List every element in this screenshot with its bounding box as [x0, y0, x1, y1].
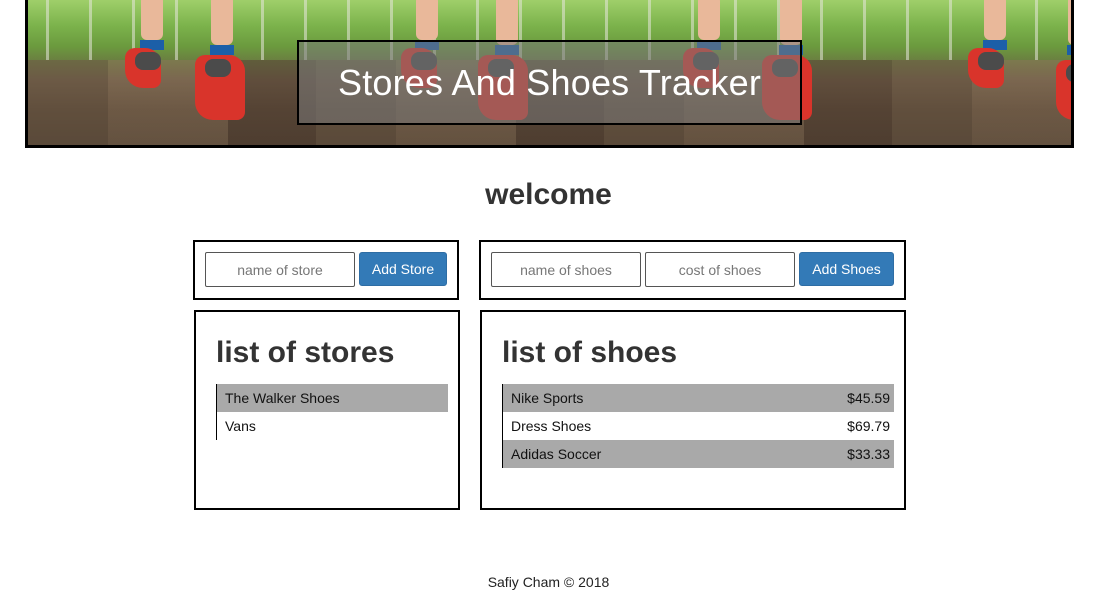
page-title: Stores And Shoes Tracker — [337, 61, 762, 103]
add-shoes-button[interactable]: Add Shoes — [799, 252, 894, 286]
list-item[interactable]: Dress Shoes $69.79 — [502, 412, 894, 440]
shoes-list: Nike Sports $45.59 Dress Shoes $69.79 Ad… — [502, 384, 894, 468]
shoe-cost: $45.59 — [847, 390, 890, 406]
footer-text: Safiy Cham © 2018 — [487, 574, 610, 590]
list-item[interactable]: Nike Sports $45.59 — [502, 384, 894, 412]
shoe-name: Dress Shoes — [511, 418, 592, 434]
shoes-heading: list of shoes — [502, 336, 678, 369]
title-box: Stores And Shoes Tracker — [297, 40, 802, 125]
stores-list: The Walker Shoes Vans — [216, 384, 448, 440]
shoe-name: Nike Sports — [511, 390, 584, 406]
stores-heading: list of stores — [216, 336, 395, 369]
store-name: The Walker Shoes — [225, 390, 340, 406]
shoe-name: Adidas Soccer — [511, 446, 602, 462]
runner-image — [123, 0, 273, 145]
store-name-input[interactable] — [205, 252, 355, 287]
list-item[interactable]: Vans — [216, 412, 448, 440]
shoes-cost-input[interactable] — [645, 252, 795, 287]
shoes-name-input[interactable] — [491, 252, 641, 287]
list-item[interactable]: The Walker Shoes — [216, 384, 448, 412]
shoe-cost: $33.33 — [847, 446, 890, 462]
list-item[interactable]: Adidas Soccer $33.33 — [502, 440, 894, 468]
runner-image — [968, 0, 1071, 145]
shoe-cost: $69.79 — [847, 418, 890, 434]
add-store-button[interactable]: Add Store — [359, 252, 447, 286]
shoes-panel: list of shoes Nike Sports $45.59 Dress S… — [480, 310, 906, 510]
stores-panel: list of stores The Walker Shoes Vans — [194, 310, 460, 510]
add-store-form: Add Store — [193, 240, 459, 300]
add-shoes-form: Add Shoes — [479, 240, 906, 300]
store-name: Vans — [225, 418, 256, 434]
welcome-heading: welcome — [485, 178, 612, 211]
